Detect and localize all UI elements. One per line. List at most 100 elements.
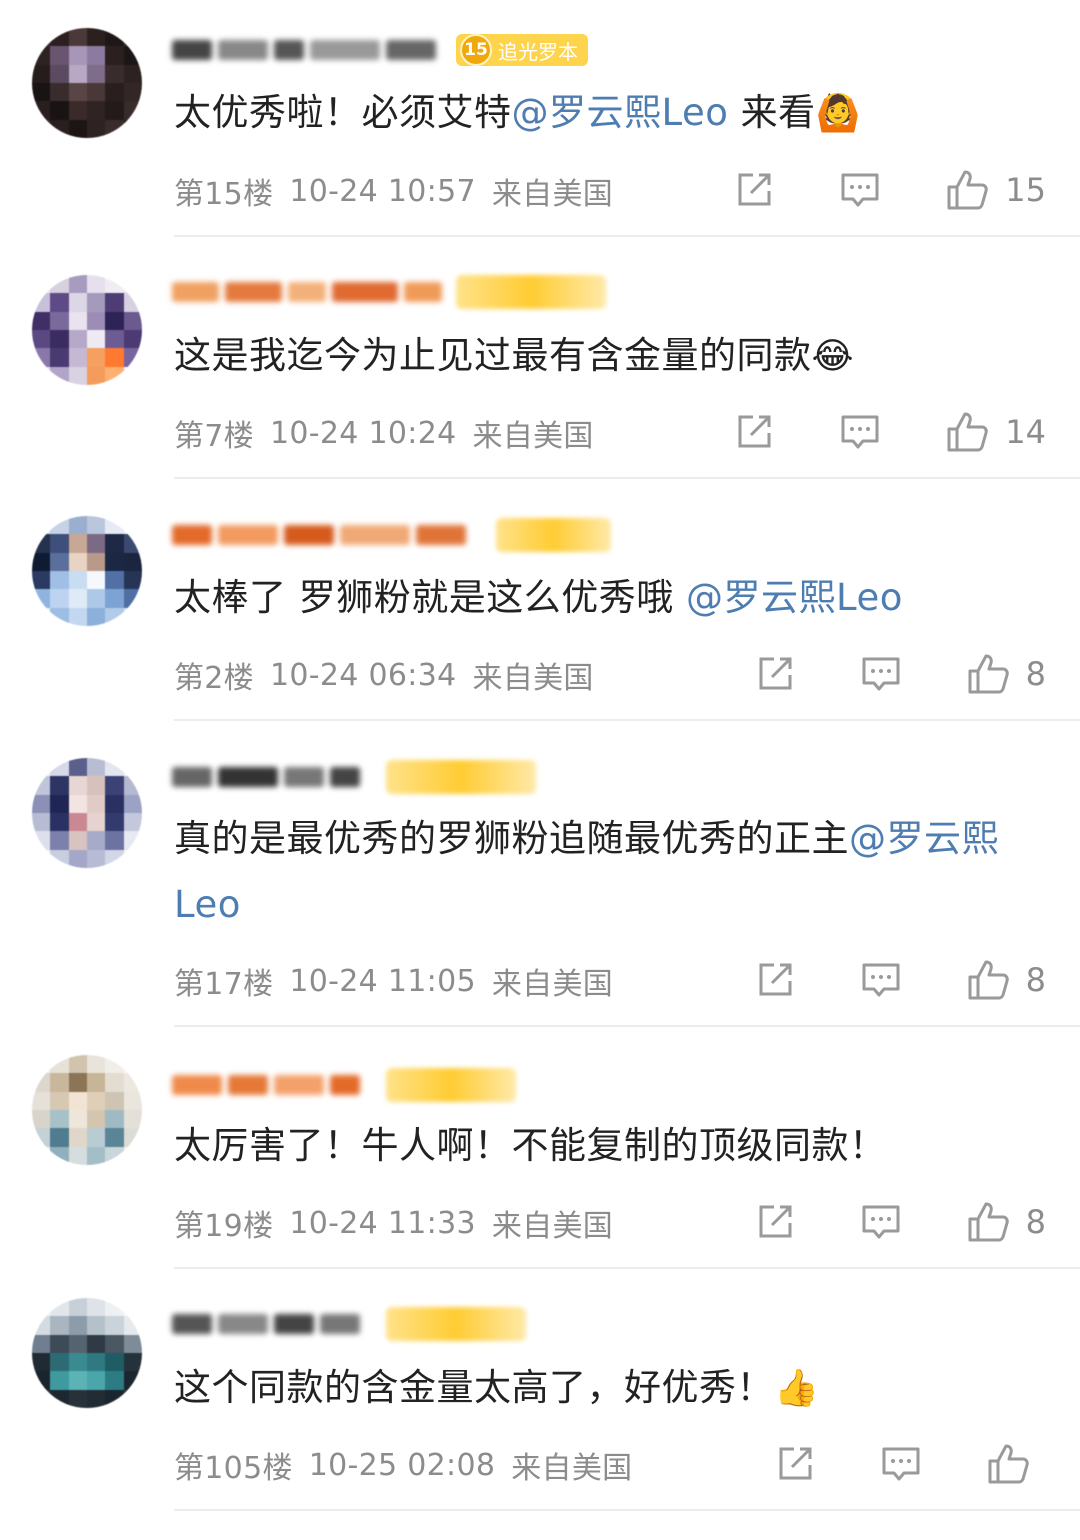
comment-text: 这个同款的含金量太高了，好优秀！👍	[174, 1355, 1020, 1422]
reply-button[interactable]	[839, 169, 881, 211]
timestamp: 10-24 10:57	[289, 173, 476, 209]
location: 来自美国	[491, 967, 614, 1002]
thumbs-up-icon	[968, 654, 1009, 694]
timestamp: 10-24 11:33	[289, 1205, 476, 1241]
fan-badge[interactable]: 15 追光罗本	[456, 34, 588, 66]
avatar[interactable]	[32, 28, 142, 138]
comment-text: 真的是最优秀的罗狮粉追随最优秀的正主@罗云熙Leo	[174, 806, 1020, 938]
like-button[interactable]	[986, 1442, 1046, 1486]
divider	[174, 1025, 1080, 1027]
comment-text: 太优秀啦！必须艾特@罗云熙Leo 来看🙆	[174, 80, 1020, 147]
avatar[interactable]	[32, 275, 142, 385]
like-button[interactable]: 8	[966, 652, 1046, 696]
comment-text: 这是我迄今为止见过最有含金量的同款😂	[174, 323, 1020, 390]
comment-meta: 第7楼 10-24 10:24 来自美国	[174, 413, 594, 455]
username-blurred[interactable]	[172, 521, 482, 549]
floor-number: 第19楼	[174, 1209, 274, 1244]
username-row	[172, 755, 536, 799]
share-button[interactable]	[733, 169, 775, 211]
location: 来自美国	[511, 1451, 633, 1486]
comment-meta: 第2楼 10-24 06:34 来自美国	[174, 655, 594, 697]
thumbs-up-icon	[968, 1202, 1009, 1242]
share-button[interactable]	[754, 1201, 796, 1243]
floor-number: 第17楼	[174, 967, 274, 1002]
fan-badge-blurred[interactable]	[456, 275, 606, 309]
username-row	[172, 1063, 516, 1107]
timestamp: 10-25 02:08	[308, 1447, 496, 1483]
share-button[interactable]	[754, 653, 796, 695]
reply-button[interactable]	[860, 653, 902, 695]
thumbs-up-icon	[947, 170, 989, 210]
like-button[interactable]: 8	[966, 1200, 1046, 1244]
comment-icon	[862, 963, 900, 997]
like-button[interactable]: 15	[945, 168, 1046, 212]
like-button[interactable]: 8	[966, 958, 1046, 1002]
location: 来自美国	[472, 661, 594, 696]
like-button[interactable]: 14	[945, 410, 1046, 454]
comment-icon	[841, 173, 879, 207]
floor-number: 第2楼	[174, 661, 254, 696]
mention-link[interactable]: @罗云熙Leo	[686, 576, 903, 619]
comment-meta: 第17楼 10-24 11:05 来自美国	[174, 961, 614, 1003]
username-row	[172, 270, 606, 314]
floor-number: 第7楼	[174, 419, 254, 454]
reply-button[interactable]	[860, 1201, 902, 1243]
share-icon	[759, 1205, 792, 1238]
username-blurred[interactable]	[172, 763, 372, 791]
reply-button[interactable]	[860, 959, 902, 1001]
reply-button[interactable]	[880, 1443, 922, 1485]
divider	[174, 1267, 1080, 1269]
like-count: 14	[1005, 413, 1046, 451]
comment-text-segment: 真的是最优秀的罗狮粉追随最优秀的正主	[174, 817, 849, 860]
fan-badge-blurred[interactable]	[496, 518, 611, 552]
fan-badge-blurred[interactable]	[386, 760, 536, 794]
thumbs-up-icon	[988, 1444, 1029, 1484]
avatar[interactable]	[32, 758, 142, 868]
share-button[interactable]	[754, 959, 796, 1001]
emoji: 👍	[774, 1368, 820, 1409]
username-blurred[interactable]	[172, 36, 442, 64]
comment-text-segment: 来看	[728, 91, 816, 134]
comment-meta: 第19楼 10-24 11:33 来自美国	[174, 1203, 613, 1245]
share-button[interactable]	[774, 1443, 816, 1485]
comment-actions: 15	[733, 166, 1046, 214]
thumbs-up-icon	[968, 960, 1009, 1000]
reply-button[interactable]	[839, 411, 881, 453]
emoji: 😂	[811, 336, 855, 377]
share-icon	[738, 415, 771, 448]
comment-meta: 第105楼 10-25 02:08 来自美国	[174, 1445, 633, 1487]
floor-number: 第105楼	[174, 1451, 293, 1486]
share-icon	[738, 173, 771, 206]
comment-actions: 8	[754, 1198, 1046, 1246]
username-blurred[interactable]	[172, 1071, 372, 1099]
badge-level: 15	[460, 34, 492, 66]
location: 来自美国	[491, 177, 614, 212]
divider	[174, 477, 1080, 479]
floor-number: 第15楼	[174, 177, 274, 212]
like-count: 8	[1025, 961, 1046, 999]
comment-text-segment: 太优秀啦！必须艾特	[174, 91, 512, 134]
comment-text: 太棒了 罗狮粉就是这么优秀哦 @罗云熙Leo	[174, 565, 1020, 631]
fan-badge-blurred[interactable]	[386, 1307, 526, 1341]
username-row	[172, 1302, 526, 1346]
username-blurred[interactable]	[172, 1310, 372, 1338]
emoji: 🙆	[815, 93, 861, 134]
username-row: 15 追光罗本	[172, 28, 588, 72]
fan-badge-blurred[interactable]	[386, 1068, 516, 1102]
comment-icon	[862, 1205, 900, 1239]
timestamp: 10-24 06:34	[270, 657, 457, 693]
share-icon	[759, 963, 792, 996]
like-count: 15	[1005, 171, 1046, 209]
avatar[interactable]	[32, 516, 142, 626]
share-button[interactable]	[733, 411, 775, 453]
comment-icon	[841, 415, 879, 449]
thumbs-up-icon	[947, 412, 989, 452]
badge-label: 追光罗本	[498, 39, 578, 64]
timestamp: 10-24 11:05	[289, 963, 476, 999]
username-blurred[interactable]	[172, 278, 442, 306]
avatar[interactable]	[32, 1055, 142, 1165]
avatar[interactable]	[32, 1298, 142, 1408]
comment-actions: 8	[754, 956, 1046, 1004]
mention-link[interactable]: @罗云熙Leo	[512, 91, 729, 134]
comment-text-segment: 这是我迄今为止见过最有含金量的同款	[174, 334, 812, 377]
